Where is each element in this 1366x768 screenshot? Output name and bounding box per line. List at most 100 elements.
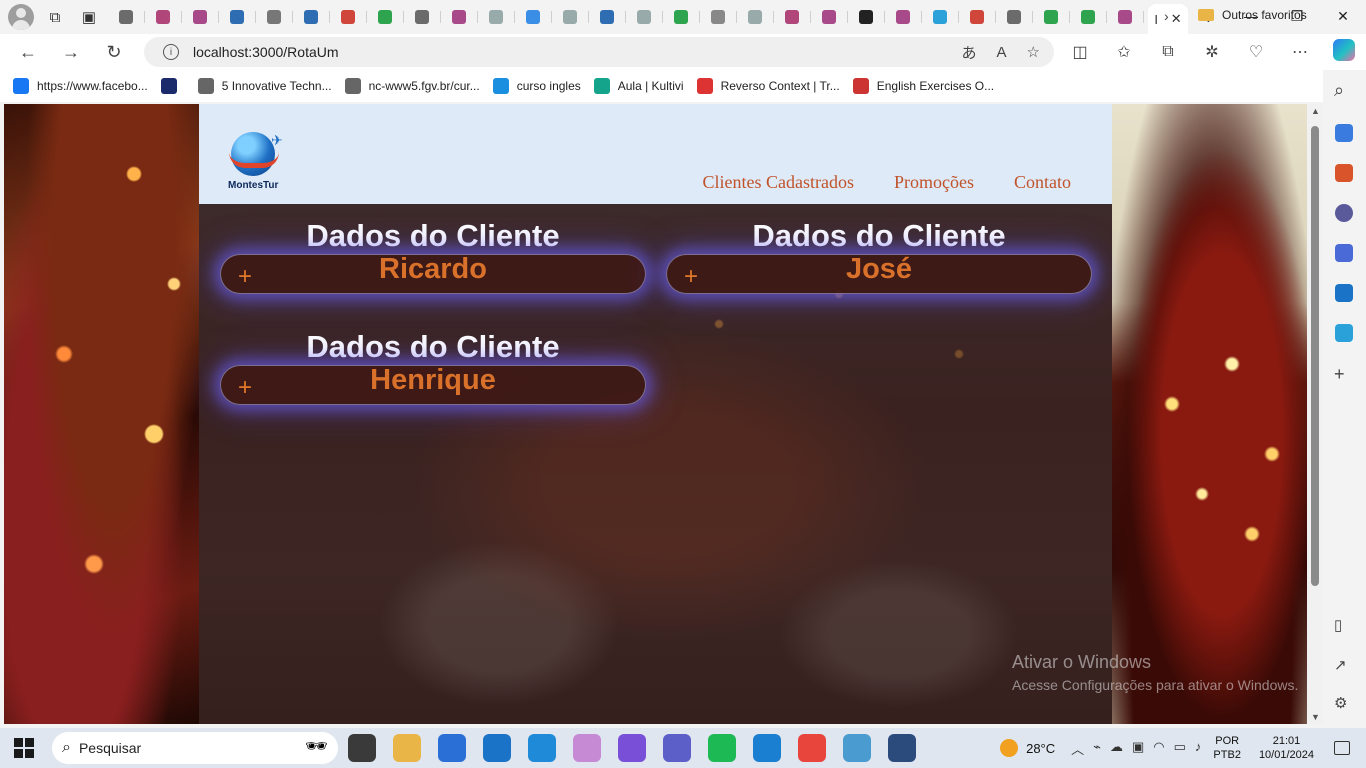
tab-favicon[interactable] bbox=[186, 5, 219, 29]
windows-start-icon[interactable] bbox=[14, 738, 34, 758]
sidebar-panel-icon[interactable]: ▯ bbox=[1334, 616, 1342, 634]
notifications-icon[interactable] bbox=[1334, 741, 1350, 755]
collections-icon[interactable]: ⧉ bbox=[1146, 43, 1190, 61]
notepad-icon[interactable] bbox=[843, 734, 871, 762]
edge-icon[interactable] bbox=[528, 734, 556, 762]
tab-favicon[interactable] bbox=[963, 5, 996, 29]
favorite-item[interactable]: English Exercises O... bbox=[852, 78, 994, 94]
tray-battery-icon[interactable]: ▭ bbox=[1174, 739, 1186, 758]
sidebar-copilot-icon[interactable] bbox=[1335, 244, 1353, 262]
tab-favicon[interactable] bbox=[112, 5, 145, 29]
favorite-item[interactable]: https://www.facebo... bbox=[13, 78, 148, 94]
microsoft-store-icon[interactable] bbox=[438, 734, 466, 762]
sidebar-search-icon[interactable]: ⌕ bbox=[1334, 80, 1344, 101]
favorites-icon[interactable]: ✩ bbox=[1102, 42, 1146, 62]
back-icon[interactable]: ← bbox=[13, 37, 43, 67]
sidebar-external-icon[interactable]: ↗ bbox=[1334, 656, 1347, 674]
tray-cloud-icon[interactable]: ☁ bbox=[1110, 739, 1123, 758]
favorite-item[interactable]: Aula | Kultivi bbox=[593, 78, 684, 94]
forward-icon[interactable]: → bbox=[56, 37, 86, 67]
sidebar-outlook-icon[interactable] bbox=[1335, 284, 1353, 302]
taskbar-search[interactable]: ⌕ Pesquisar 🕶 bbox=[52, 732, 338, 764]
address-bar[interactable]: i localhost:3000/RotaUm あ A ☆ bbox=[144, 37, 1054, 67]
tab-actions-icon[interactable]: ▣ bbox=[76, 4, 102, 30]
sidebar-people-icon[interactable] bbox=[1335, 204, 1353, 222]
tab-favicon[interactable] bbox=[889, 5, 922, 29]
other-favorites-folder[interactable]: Outros favoritos bbox=[1198, 8, 1307, 22]
scroll-up-icon[interactable]: ▲ bbox=[1311, 106, 1320, 116]
scrollbar-thumb[interactable] bbox=[1311, 126, 1319, 586]
scroll-down-icon[interactable]: ▼ bbox=[1311, 712, 1320, 722]
close-tab-icon[interactable]: ✕ bbox=[1171, 11, 1182, 27]
weather-widget[interactable]: 28°C bbox=[1000, 739, 1055, 757]
chrome-icon[interactable] bbox=[798, 734, 826, 762]
favorites-overflow-chevron-icon[interactable]: › bbox=[1164, 8, 1169, 24]
tray-wifi-icon[interactable]: ◠ bbox=[1153, 739, 1164, 758]
vertical-scrollbar[interactable]: ▲ ▼ bbox=[1307, 104, 1323, 724]
client-card-bar[interactable]: + Ricardo bbox=[220, 254, 646, 294]
client-card-bar[interactable]: + Henrique bbox=[220, 365, 646, 405]
tab-favicon[interactable] bbox=[149, 5, 182, 29]
refresh-icon[interactable]: ↻ bbox=[99, 37, 129, 67]
tab-favicon[interactable] bbox=[334, 5, 367, 29]
sidebar-send-icon[interactable] bbox=[1335, 324, 1353, 342]
favorite-star-icon[interactable]: ☆ bbox=[1027, 43, 1040, 61]
client-card-bar[interactable]: + José bbox=[666, 254, 1092, 294]
tab-favicon[interactable] bbox=[593, 5, 626, 29]
clipchamp-icon[interactable] bbox=[618, 734, 646, 762]
tab-favicon[interactable] bbox=[519, 5, 552, 29]
tray-chevron-icon[interactable]: ︿ bbox=[1071, 739, 1084, 758]
url-text[interactable]: localhost:3000/RotaUm bbox=[193, 44, 339, 60]
teams-icon[interactable] bbox=[663, 734, 691, 762]
mysql-workbench-icon[interactable] bbox=[888, 734, 916, 762]
tab-favicon[interactable] bbox=[223, 5, 256, 29]
paint-icon[interactable] bbox=[573, 734, 601, 762]
sidebar-tag-icon[interactable] bbox=[1335, 124, 1353, 142]
tray-usb-icon[interactable]: ⌁ bbox=[1093, 739, 1101, 758]
favorite-item[interactable]: 5 Innovative Techn... bbox=[197, 78, 332, 94]
menu-contato[interactable]: Contato bbox=[1014, 172, 1071, 193]
tab-favicon[interactable] bbox=[815, 5, 848, 29]
montestur-logo[interactable]: ✈ MontesTur bbox=[227, 130, 287, 194]
tab-favicon[interactable] bbox=[260, 5, 293, 29]
tab-favicon[interactable] bbox=[852, 5, 885, 29]
profile-avatar-icon[interactable] bbox=[8, 4, 34, 30]
tab-favicon[interactable] bbox=[408, 5, 441, 29]
favorite-item[interactable]: curso ingles bbox=[492, 78, 581, 94]
site-info-icon[interactable]: i bbox=[163, 44, 179, 60]
translate-icon[interactable]: あ bbox=[962, 42, 977, 63]
copilot-icon[interactable] bbox=[1322, 38, 1366, 66]
spotify-icon[interactable] bbox=[708, 734, 736, 762]
tab-favicon[interactable] bbox=[445, 5, 478, 29]
tab-favicon[interactable] bbox=[926, 5, 959, 29]
tab-favicon[interactable] bbox=[630, 5, 663, 29]
input-language[interactable]: POR PTB2 bbox=[1213, 734, 1241, 762]
tab-favicon[interactable] bbox=[1111, 5, 1144, 29]
split-screen-icon[interactable]: ◫ bbox=[1058, 42, 1102, 62]
sidebar-tools-icon[interactable] bbox=[1335, 164, 1353, 182]
browser-essentials-icon[interactable]: ♡ bbox=[1234, 42, 1278, 62]
favorite-item[interactable]: nc-www5.fgv.br/cur... bbox=[344, 78, 480, 94]
mail-icon[interactable] bbox=[483, 734, 511, 762]
clock[interactable]: 21:01 10/01/2024 bbox=[1259, 734, 1314, 762]
tab-favicon[interactable] bbox=[1074, 5, 1107, 29]
read-aloud-icon[interactable]: A bbox=[997, 44, 1007, 61]
sidebar-add-icon[interactable]: + bbox=[1334, 364, 1345, 385]
task-view-icon[interactable] bbox=[348, 734, 376, 762]
menu-promocoes[interactable]: Promoções bbox=[894, 172, 974, 193]
tab-favicon[interactable] bbox=[704, 5, 737, 29]
favorite-item[interactable] bbox=[160, 78, 185, 94]
tab-favicon[interactable] bbox=[297, 5, 330, 29]
tray-defender-icon[interactable]: ▣ bbox=[1132, 739, 1144, 758]
tab-favicon[interactable] bbox=[741, 5, 774, 29]
tab-favicon[interactable] bbox=[482, 5, 515, 29]
workspaces-icon[interactable]: ⧉ bbox=[42, 4, 68, 30]
file-explorer-icon[interactable] bbox=[393, 734, 421, 762]
tab-favicon[interactable] bbox=[371, 5, 404, 29]
vscode-icon[interactable] bbox=[753, 734, 781, 762]
tab-favicon[interactable] bbox=[1000, 5, 1033, 29]
menu-clientes-cadastrados[interactable]: Clientes Cadastrados bbox=[703, 172, 854, 193]
tray-volume-icon[interactable]: ♪ bbox=[1195, 739, 1202, 758]
favorite-item[interactable]: Reverso Context | Tr... bbox=[696, 78, 840, 94]
tab-favicon[interactable] bbox=[778, 5, 811, 29]
